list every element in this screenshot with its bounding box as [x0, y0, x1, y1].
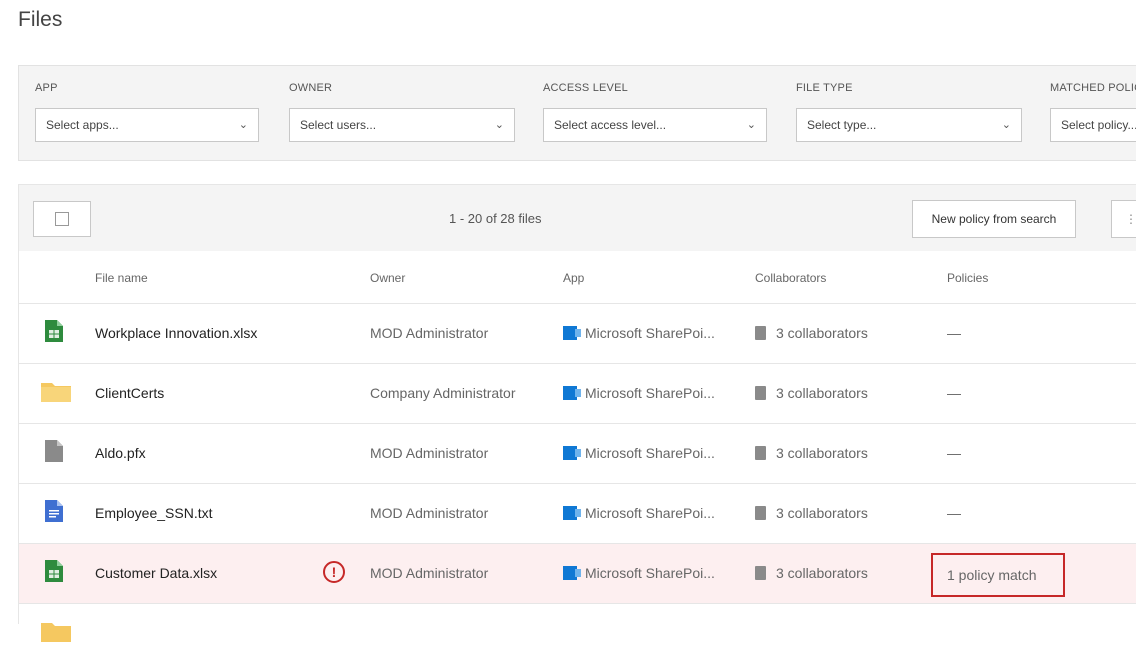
more-options-button[interactable]: ⋮ — [1111, 200, 1136, 238]
sharepoint-icon — [563, 566, 581, 580]
collaborators-icon — [755, 326, 766, 340]
file-collaborators-label: 3 collaborators — [776, 565, 868, 581]
page-title: Files — [18, 8, 63, 31]
filter-label-file-type: FILE TYPE — [796, 82, 853, 94]
file-collaborators-label: 3 collaborators — [776, 505, 868, 521]
file-app: Microsoft SharePoi... — [563, 565, 715, 581]
filter-label-access-level: ACCESS LEVEL — [543, 82, 628, 94]
document-file-icon — [45, 500, 63, 522]
file-owner: Company Administrator — [370, 385, 516, 401]
access-level-select[interactable]: Select access level... ⌄ — [543, 108, 767, 142]
app-select[interactable]: Select apps... ⌄ — [35, 108, 259, 142]
file-owner: MOD Administrator — [370, 445, 489, 461]
table-row[interactable]: ClientCerts Company Administrator Micros… — [19, 363, 1136, 423]
file-collaborators[interactable]: 3 collaborators — [755, 565, 868, 581]
alert-icon[interactable]: ! — [323, 561, 345, 583]
app-select-placeholder: Select apps... — [46, 118, 119, 132]
file-name[interactable]: Aldo.pfx — [95, 445, 146, 461]
chevron-down-icon: ⌄ — [494, 119, 504, 131]
collaborators-icon — [755, 506, 766, 520]
file-type-select-placeholder: Select type... — [807, 118, 877, 132]
file-name[interactable]: Workplace Innovation.xlsx — [95, 325, 257, 341]
column-header-policies[interactable]: Policies — [947, 271, 988, 285]
file-app-label: Microsoft SharePoi... — [585, 325, 715, 341]
matched-policy-select-placeholder: Select policy... — [1061, 118, 1136, 132]
file-owner: MOD Administrator — [370, 325, 489, 341]
folder-icon — [41, 383, 71, 402]
file-collaborators[interactable]: 3 collaborators — [755, 505, 868, 521]
table-row[interactable]: Employee_SSN.txt MOD Administrator Micro… — [19, 483, 1136, 543]
file-type-select[interactable]: Select type... ⌄ — [796, 108, 1022, 142]
matched-policy-select[interactable]: Select policy... — [1050, 108, 1136, 142]
filter-label-app: APP — [35, 82, 58, 94]
select-all-checkbox[interactable] — [33, 201, 91, 237]
file-app: Microsoft SharePoi... — [563, 445, 715, 461]
spreadsheet-file-icon — [45, 320, 63, 342]
chevron-down-icon: ⌄ — [746, 119, 756, 131]
chevron-down-icon: ⌄ — [1001, 119, 1011, 131]
collaborators-icon — [755, 446, 766, 460]
file-app-label: Microsoft SharePoi... — [585, 445, 715, 461]
checkbox-icon — [55, 212, 69, 226]
file-policies: — — [947, 505, 961, 521]
file-name[interactable]: Employee_SSN.txt — [95, 505, 213, 521]
files-table: 1 - 20 of 28 files New policy from searc… — [18, 184, 1136, 642]
file-owner: MOD Administrator — [370, 505, 489, 521]
file-name[interactable]: Customer Data.xlsx — [95, 565, 217, 581]
owner-select[interactable]: Select users... ⌄ — [289, 108, 515, 142]
column-header-app[interactable]: App — [563, 271, 584, 285]
column-header-owner[interactable]: Owner — [370, 271, 405, 285]
file-collaborators-label: 3 collaborators — [776, 385, 868, 401]
table-row[interactable]: Aldo.pfx MOD Administrator Microsoft Sha… — [19, 423, 1136, 483]
table-row[interactable]: Customer Data.xlsx ! MOD Administrator M… — [19, 543, 1136, 603]
table-row[interactable] — [19, 603, 1136, 663]
file-policies: — — [947, 325, 961, 341]
more-icon: ⋮ — [1125, 212, 1136, 226]
file-collaborators-label: 3 collaborators — [776, 445, 868, 461]
new-policy-from-search-button[interactable]: New policy from search — [912, 200, 1076, 238]
file-owner: MOD Administrator — [370, 565, 489, 581]
file-app: Microsoft SharePoi... — [563, 325, 715, 341]
collaborators-icon — [755, 386, 766, 400]
file-collaborators[interactable]: 3 collaborators — [755, 325, 868, 341]
file-name[interactable]: ClientCerts — [95, 385, 164, 401]
table-toolbar: 1 - 20 of 28 files New policy from searc… — [19, 185, 1136, 251]
column-header-file-name[interactable]: File name — [95, 271, 148, 285]
sharepoint-icon — [563, 386, 581, 400]
file-app: Microsoft SharePoi... — [563, 505, 715, 521]
spreadsheet-file-icon — [45, 560, 63, 582]
table-row[interactable]: Workplace Innovation.xlsx MOD Administra… — [19, 303, 1136, 363]
file-policies: — — [947, 385, 961, 401]
file-app: Microsoft SharePoi... — [563, 385, 715, 401]
owner-select-placeholder: Select users... — [300, 118, 377, 132]
chevron-down-icon: ⌄ — [238, 119, 248, 131]
file-policies: — — [947, 445, 961, 461]
file-collaborators[interactable]: 3 collaborators — [755, 385, 868, 401]
access-level-select-placeholder: Select access level... — [554, 118, 667, 132]
policy-match-link[interactable]: 1 policy match — [931, 553, 1065, 597]
file-collaborators-label: 3 collaborators — [776, 325, 868, 341]
filter-label-matched-policy: MATCHED POLICY — [1050, 82, 1136, 94]
collaborators-icon — [755, 566, 766, 580]
file-collaborators[interactable]: 3 collaborators — [755, 445, 868, 461]
filter-panel: APP Select apps... ⌄ OWNER Select users.… — [18, 65, 1136, 161]
column-header-collaborators[interactable]: Collaborators — [755, 271, 826, 285]
file-app-label: Microsoft SharePoi... — [585, 565, 715, 581]
sharepoint-icon — [563, 446, 581, 460]
sharepoint-icon — [563, 326, 581, 340]
generic-file-icon — [45, 440, 63, 462]
file-app-label: Microsoft SharePoi... — [585, 385, 715, 401]
file-count: 1 - 20 of 28 files — [449, 211, 542, 226]
filter-label-owner: OWNER — [289, 82, 333, 94]
folder-icon — [41, 623, 71, 642]
file-app-label: Microsoft SharePoi... — [585, 505, 715, 521]
sharepoint-icon — [563, 506, 581, 520]
